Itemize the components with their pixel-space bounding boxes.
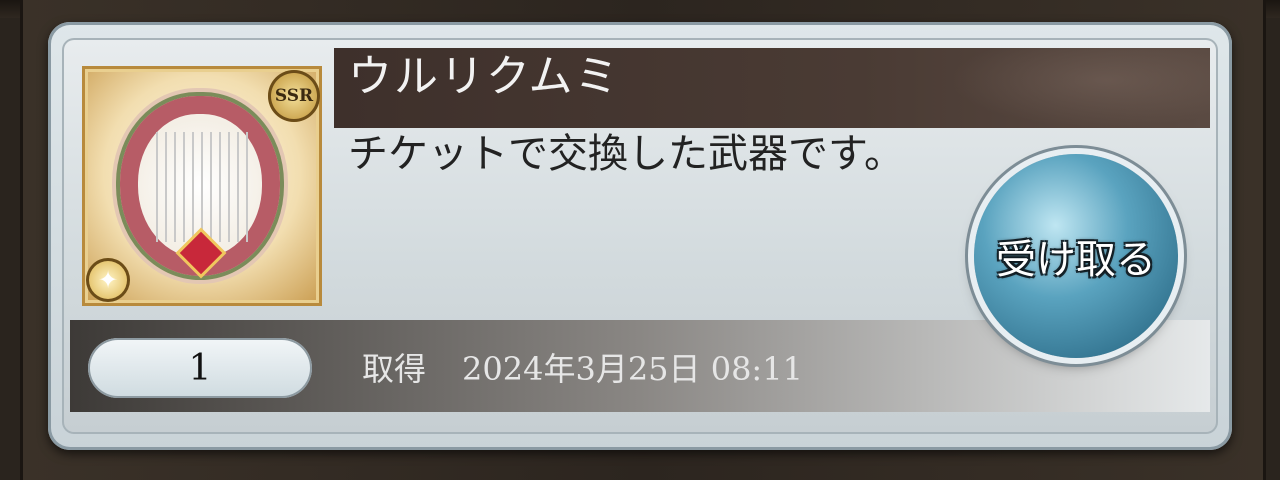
item-name: ウルリクムミ: [348, 51, 621, 102]
compass-icon: ✦: [86, 258, 130, 302]
ssr-badge-icon: SSR: [268, 70, 320, 122]
acquired-label: 取得: [362, 350, 427, 388]
quantity-badge: 1: [88, 338, 312, 398]
receive-button-label: 受け取る: [996, 237, 1156, 283]
lyre-image: [156, 132, 248, 242]
item-thumbnail[interactable]: SSR ✦: [82, 66, 322, 306]
item-description: チケットで交換した武器です。: [348, 131, 904, 177]
receive-button[interactable]: 受け取る: [974, 154, 1178, 358]
acquired-datetime: 2024年3月25日 08:11: [462, 350, 803, 388]
acquired-info: 取得 2024年3月25日 08:11: [362, 344, 803, 390]
present-item-card: SSR ✦ 1 取得 2024年3月25日 08:11 ウルリクムミ チケットで交…: [48, 22, 1232, 450]
